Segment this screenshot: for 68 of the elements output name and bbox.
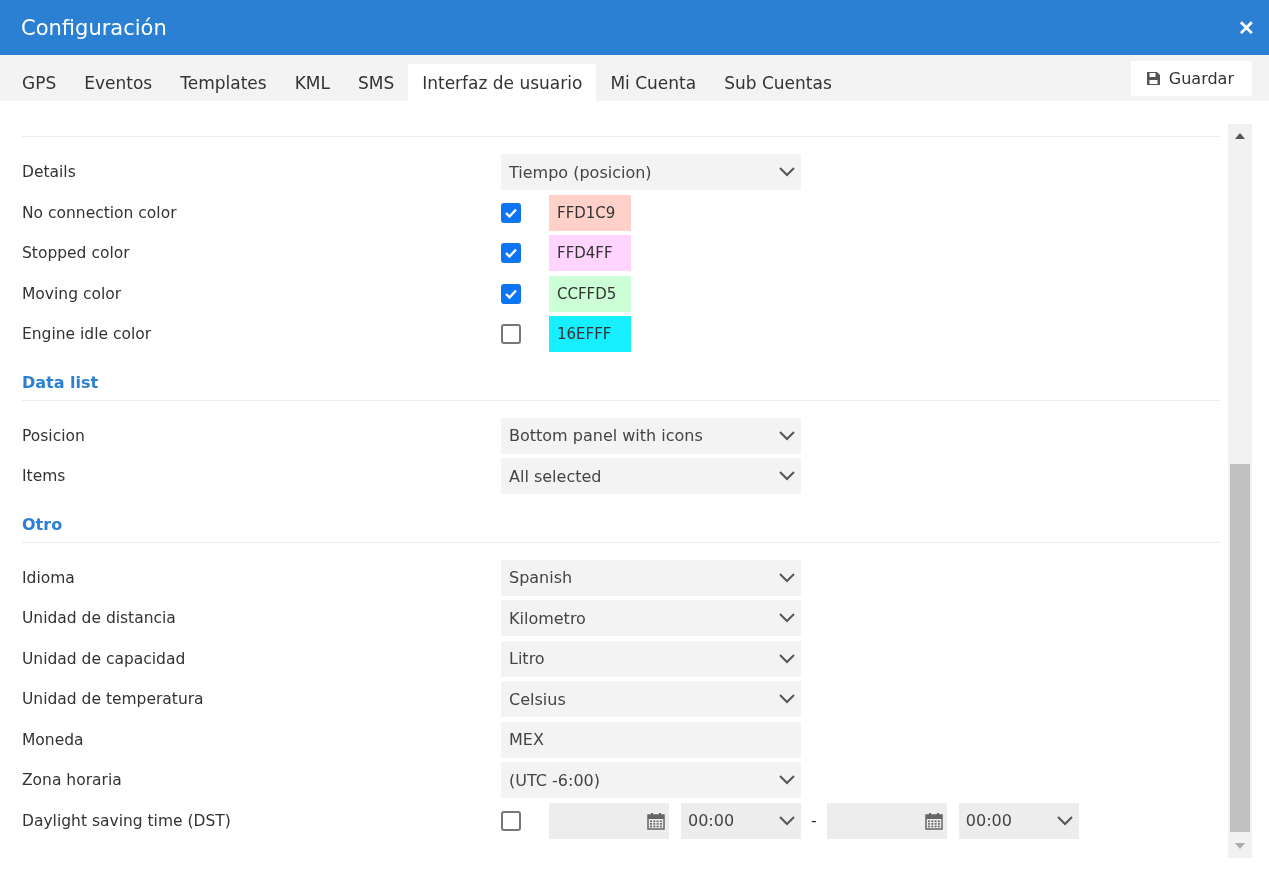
field-label: Items <box>22 467 67 486</box>
dropdown[interactable]: Bottom panel with icons <box>501 417 801 454</box>
chevron-down-icon <box>779 167 795 178</box>
checkbox[interactable] <box>501 283 521 304</box>
color-swatch[interactable]: FFD4FF <box>549 235 631 272</box>
chevron-down-icon <box>779 471 795 482</box>
dropdown[interactable]: Tiempo (posicion) <box>501 154 801 191</box>
check-icon <box>505 207 517 218</box>
check-icon <box>505 288 517 299</box>
dropdown[interactable]: All selected <box>501 458 801 495</box>
time-dropdown[interactable]: 00:00 <box>958 802 1079 839</box>
save-icon <box>1145 71 1161 86</box>
tab[interactable]: Templates <box>166 64 281 101</box>
field-label: Idioma <box>22 568 76 587</box>
dropdown[interactable]: Kilometro <box>501 600 801 637</box>
field-label: Posicion <box>22 426 86 445</box>
field-label: Unidad de temperatura <box>22 690 205 709</box>
checkbox[interactable] <box>501 810 521 831</box>
dropdown[interactable]: (UTC -6:00) <box>501 762 801 799</box>
calendar-icon <box>647 811 665 830</box>
color-swatch[interactable]: FFD1C9 <box>549 194 631 231</box>
tab[interactable]: SMS <box>343 64 409 101</box>
window-title: Configuración <box>21 15 167 40</box>
tab[interactable]: Eventos <box>70 64 167 101</box>
tab[interactable]: Interfaz de usuario <box>408 64 597 101</box>
time-dropdown[interactable]: 00:00 <box>681 802 801 839</box>
dropdown[interactable]: Litro <box>501 640 801 677</box>
date-field[interactable] <box>826 802 947 839</box>
tab[interactable]: Sub Cuentas <box>710 64 846 101</box>
color-swatch[interactable]: 16EFFF <box>549 316 631 353</box>
chevron-down-icon <box>779 572 795 583</box>
dropdown[interactable]: Spanish <box>501 559 801 596</box>
chevron-down-icon <box>779 815 795 826</box>
save-button[interactable]: Guardar <box>1130 61 1252 96</box>
field-label: Moving color <box>22 284 123 303</box>
checkbox[interactable] <box>501 324 521 345</box>
close-button[interactable]: ✕ <box>1238 15 1255 40</box>
chevron-down-icon <box>779 613 795 624</box>
checkbox[interactable] <box>501 243 521 264</box>
date-field[interactable] <box>549 802 669 839</box>
section-heading: Data list <box>22 371 100 394</box>
calendar-icon <box>924 811 943 830</box>
section-heading: Otro <box>22 513 64 536</box>
check-icon <box>505 248 517 259</box>
color-swatch[interactable]: CCFFD5 <box>549 275 631 312</box>
field-label: Unidad de distancia <box>22 609 177 628</box>
chevron-down-icon <box>779 653 795 664</box>
field-label: Daylight saving time (DST) <box>22 811 232 830</box>
dropdown[interactable]: Celsius <box>501 681 801 718</box>
field-label: Moneda <box>22 730 85 749</box>
tab[interactable]: KML <box>280 64 344 101</box>
chevron-down-icon <box>1056 815 1073 826</box>
chevron-down-icon <box>779 694 795 705</box>
field-label: Stopped color <box>22 244 131 263</box>
range-separator: - <box>811 811 817 831</box>
checkbox[interactable] <box>501 202 521 223</box>
field-label: No connection color <box>22 203 178 222</box>
field-label: Unidad de capacidad <box>22 649 187 668</box>
field-label: Details <box>22 163 77 182</box>
tab[interactable]: GPS <box>8 64 71 101</box>
input-field[interactable]: MEX <box>501 721 801 758</box>
field-label: Engine idle color <box>22 325 153 344</box>
field-label: Zona horaria <box>22 771 123 790</box>
tab[interactable]: Mi Cuenta <box>596 64 711 101</box>
scroll-thumb[interactable] <box>1230 464 1250 832</box>
scrollbar[interactable] <box>1228 124 1252 858</box>
chevron-down-icon <box>779 430 795 441</box>
chevron-down-icon <box>779 775 795 786</box>
